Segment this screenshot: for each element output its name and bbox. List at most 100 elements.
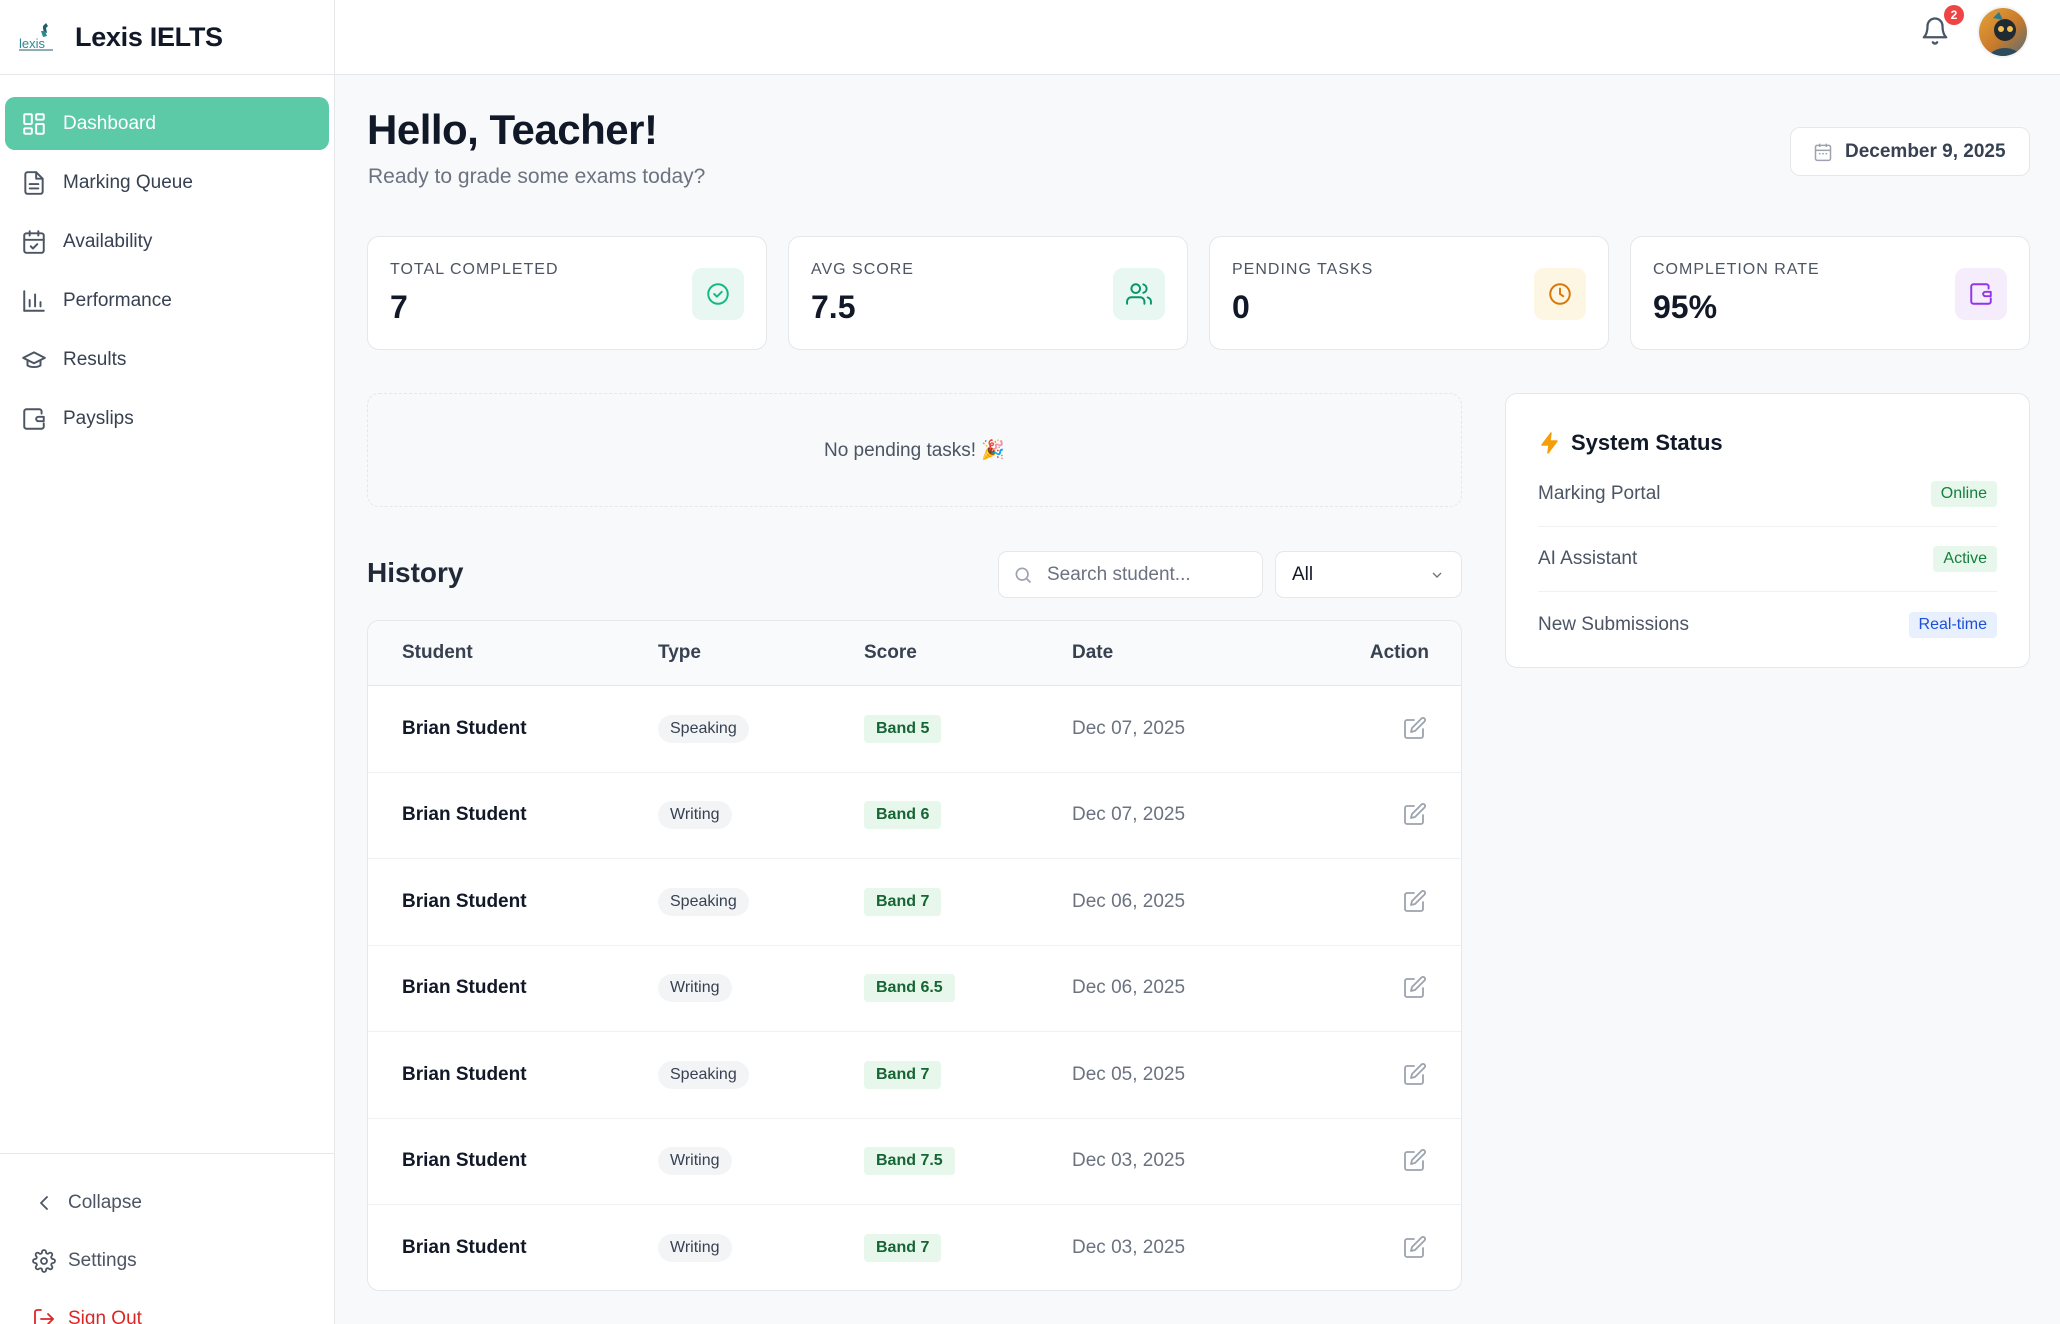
edit-icon[interactable] <box>1403 802 1429 828</box>
brand[interactable]: lexis Lexis IELTS <box>0 0 334 75</box>
cell-date: Dec 05, 2025 <box>1072 1063 1186 1085</box>
cell-date: Dec 03, 2025 <box>1072 1150 1186 1172</box>
history-title: History <box>367 557 464 588</box>
type-badge: Writing <box>658 1234 732 1263</box>
score-badge: Band 7 <box>864 887 942 916</box>
table-row: Brian Student Writing Band 7.5 Dec 03, 2… <box>368 1119 1461 1205</box>
edit-icon[interactable] <box>1403 716 1429 742</box>
calendar-check-icon <box>21 229 47 255</box>
date-text: December 9, 2025 <box>1845 140 2006 162</box>
topbar <box>335 0 2060 75</box>
settings-button[interactable]: Settings <box>30 1232 334 1290</box>
stat-value: 95% <box>1653 289 1718 325</box>
pending-tasks-empty-state: No pending tasks! 🎉 <box>367 393 1462 507</box>
sidebar-nav: Dashboard Marking Queue Availability Per… <box>0 75 334 445</box>
graduation-cap-icon <box>21 347 47 373</box>
status-badge: Active <box>1933 546 1997 572</box>
sidebar-item-dashboard[interactable]: Dashboard <box>5 97 329 150</box>
sidebar-item-performance[interactable]: Performance <box>5 274 329 327</box>
table-row: Brian Student Speaking Band 5 Dec 07, 20… <box>368 686 1461 773</box>
cell-student: Brian Student <box>402 804 527 826</box>
edit-icon[interactable] <box>1403 889 1429 915</box>
date-display[interactable]: December 9, 2025 <box>1790 127 2030 176</box>
type-badge: Speaking <box>658 887 749 916</box>
cell-date: Dec 07, 2025 <box>1072 804 1186 826</box>
system-status-title: System Status <box>1571 430 1723 455</box>
avatar[interactable] <box>1977 6 2029 58</box>
stat-label: AVG SCORE <box>811 261 914 278</box>
notification-badge: 2 <box>1944 5 1964 25</box>
sidebar-item-marking-queue[interactable]: Marking Queue <box>5 156 329 209</box>
edit-icon[interactable] <box>1403 1148 1429 1174</box>
stat-card-pending-tasks: PENDING TASKS 0 <box>1209 236 1609 350</box>
type-badge: Writing <box>658 974 732 1003</box>
status-label: New Submissions <box>1538 613 1689 635</box>
cell-student: Brian Student <box>402 977 527 999</box>
status-badge: Real-time <box>1908 611 1997 638</box>
stat-card-completion-rate: COMPLETION RATE 95% <box>1630 236 2030 350</box>
stat-card-avg-score: AVG SCORE 7.5 <box>788 236 1188 350</box>
logout-icon <box>30 1305 58 1324</box>
brand-logo: lexis <box>19 22 55 52</box>
stat-card-total-completed: TOTAL COMPLETED 7 <box>367 236 767 350</box>
type-badge: Writing <box>658 801 732 830</box>
signout-label: Sign Out <box>68 1308 142 1324</box>
table-row: Brian Student Writing Band 6.5 Dec 06, 2… <box>368 946 1461 1032</box>
table-row: Brian Student Writing Band 7 Dec 03, 202… <box>368 1205 1461 1290</box>
search-input[interactable] <box>1047 563 1247 586</box>
edit-icon[interactable] <box>1403 1235 1429 1261</box>
cell-date: Dec 06, 2025 <box>1072 890 1186 912</box>
sidebar-item-payslips[interactable]: Payslips <box>5 392 329 445</box>
document-icon <box>21 170 47 196</box>
dashboard-icon <box>21 111 47 137</box>
sidebar-item-availability[interactable]: Availability <box>5 215 329 268</box>
collapse-button[interactable]: Collapse <box>30 1174 334 1232</box>
clock-icon <box>1534 268 1586 320</box>
chevron-down-icon <box>1432 572 1442 578</box>
stat-value: 7 <box>390 289 408 325</box>
bell-icon <box>1920 17 1950 50</box>
column-header-student[interactable]: Student <box>402 642 473 664</box>
sidebar-item-label: Performance <box>63 289 172 311</box>
column-header-score[interactable]: Score <box>864 642 917 664</box>
score-badge: Band 7 <box>864 1060 942 1089</box>
score-badge: Band 7.5 <box>864 1147 955 1176</box>
type-badge: Speaking <box>658 714 749 743</box>
stat-label: TOTAL COMPLETED <box>390 261 559 278</box>
column-header-type[interactable]: Type <box>658 642 701 664</box>
sidebar: lexis Lexis IELTS Dashboard Marking Queu… <box>0 0 335 1324</box>
sidebar-item-label: Availability <box>63 230 153 252</box>
table-body: Brian Student Speaking Band 5 Dec 07, 20… <box>368 686 1461 1290</box>
brand-name: Lexis IELTS <box>75 21 223 52</box>
score-badge: Band 7 <box>864 1234 942 1263</box>
signout-button[interactable]: Sign Out <box>30 1290 334 1324</box>
column-header-date[interactable]: Date <box>1072 642 1113 664</box>
cell-date: Dec 06, 2025 <box>1072 977 1186 999</box>
users-icon <box>1113 268 1165 320</box>
stat-label: COMPLETION RATE <box>1653 261 1820 278</box>
score-badge: Band 6 <box>864 801 942 830</box>
score-badge: Band 5 <box>864 714 942 743</box>
table-row: Brian Student Speaking Band 7 Dec 06, 20… <box>368 859 1461 946</box>
system-status-card: System Status Marking Portal Online AI A… <box>1505 393 2030 668</box>
cell-date: Dec 03, 2025 <box>1072 1237 1186 1259</box>
status-row: AI Assistant Active <box>1538 527 1997 592</box>
gear-icon <box>30 1247 58 1275</box>
page-subtitle: Ready to grade some exams today? <box>368 165 706 188</box>
sidebar-item-results[interactable]: Results <box>5 333 329 386</box>
status-label: AI Assistant <box>1538 548 1638 569</box>
column-header-action: Action <box>1369 642 1429 663</box>
edit-icon[interactable] <box>1403 1062 1429 1088</box>
edit-icon[interactable] <box>1403 975 1429 1001</box>
lightning-icon <box>1541 432 1558 454</box>
table-row: Brian Student Writing Band 6 Dec 07, 202… <box>368 773 1461 859</box>
cell-student: Brian Student <box>402 1237 527 1259</box>
type-filter-select[interactable]: All <box>1275 551 1462 598</box>
wallet-icon <box>21 406 47 432</box>
status-label: Marking Portal <box>1538 483 1661 504</box>
search-field[interactable] <box>998 551 1263 598</box>
calendar-icon <box>1814 143 1832 161</box>
svg-text:lexis: lexis <box>19 36 46 51</box>
stat-label: PENDING TASKS <box>1232 261 1374 278</box>
cell-student: Brian Student <box>402 1150 527 1172</box>
